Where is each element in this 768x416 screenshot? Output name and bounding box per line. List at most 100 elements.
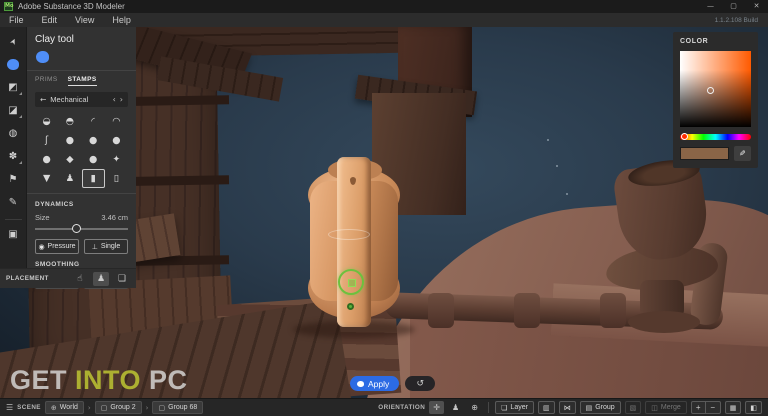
undo-button[interactable]: ↺: [405, 376, 435, 391]
tool-stamp[interactable]: ◩: [4, 78, 23, 97]
orientation-gizmo-button[interactable]: ✛: [429, 401, 444, 414]
stamp-cell[interactable]: ◒: [35, 112, 58, 131]
tool-eraser[interactable]: ◪: [4, 101, 23, 120]
stamp-cell[interactable]: ▯: [105, 169, 128, 188]
stamp-cell[interactable]: ▼: [35, 169, 58, 188]
hand-icon: ☝: [77, 274, 82, 284]
breadcrumb-group-68[interactable]: ▢ Group 68: [152, 401, 203, 414]
orientation-pose-button[interactable]: ♟: [448, 401, 463, 414]
stamp-tabs: PRIMS STAMPS: [35, 76, 128, 86]
tab-prims[interactable]: PRIMS: [35, 76, 58, 86]
breadcrumb-group-2[interactable]: ▢ Group 2: [95, 401, 142, 414]
mirror-button[interactable]: ⋈: [559, 401, 576, 414]
toolbar-divider: [5, 219, 22, 220]
orientation-world-button[interactable]: ⊕: [467, 401, 482, 414]
ground-plane-button[interactable]: ◧: [745, 401, 762, 414]
tool-paint[interactable]: ⚑: [4, 170, 23, 189]
pressure-button[interactable]: ◉ Pressure: [35, 239, 79, 254]
zoom-in-button[interactable]: +: [692, 402, 706, 413]
gizmo-pivot-dot[interactable]: [347, 303, 354, 310]
stamp-cell[interactable]: ●: [105, 131, 128, 150]
apply-label: Apply: [368, 379, 389, 389]
placement-frame-button[interactable]: ❏: [114, 272, 130, 286]
tool-smudge[interactable]: ✽: [4, 147, 23, 166]
selected-canister[interactable]: [302, 141, 406, 333]
snap-grid-icon: ▦: [730, 404, 737, 412]
size-value: 3.46 cm: [101, 213, 128, 222]
clay-tool-panel: Clay tool PRIMS STAMPS ← Mechanical ‹ › …: [27, 27, 136, 268]
app-window: Mo Adobe Substance 3D Modeler — ▢ ✕ File…: [0, 0, 768, 416]
stamp-shape-icon: ◓: [66, 116, 74, 127]
next-category-icon[interactable]: ›: [120, 95, 123, 104]
prev-category-icon[interactable]: ‹: [113, 95, 116, 104]
color-panel: COLOR ✎: [673, 32, 758, 168]
eyedropper-button[interactable]: ✎: [734, 146, 751, 161]
stamp-icon: ◩: [8, 82, 17, 93]
build-label: 1.1.2.108 Build: [715, 17, 768, 24]
zoom-out-button[interactable]: −: [706, 402, 720, 413]
ungroup-button[interactable]: ▧: [625, 401, 642, 414]
transform-gizmo[interactable]: [338, 269, 364, 295]
stamp-shape-icon: ◜: [91, 116, 95, 127]
stamp-cell[interactable]: ◆: [58, 150, 81, 169]
snap-grid-button[interactable]: ▦: [725, 401, 742, 414]
hue-slider-handle[interactable]: [681, 133, 688, 140]
placement-hand-button[interactable]: ☝: [72, 272, 88, 286]
stamp-shape-icon: ●: [42, 154, 50, 165]
maximize-button[interactable]: ▢: [722, 0, 745, 13]
single-stamp-icon: ⊥: [92, 243, 98, 251]
stamp-cell[interactable]: ◜: [82, 112, 105, 131]
tool-select[interactable]: ➤: [4, 32, 23, 51]
paint-flag-icon: ⚑: [9, 174, 18, 185]
stamp-cell[interactable]: ✦: [105, 150, 128, 169]
gizmo-handle[interactable]: [348, 279, 356, 287]
placement-label: PLACEMENT: [6, 275, 67, 282]
size-slider-knob[interactable]: [72, 224, 81, 233]
stamp-cell[interactable]: ●: [35, 150, 58, 169]
menu-file[interactable]: File: [0, 13, 33, 27]
window-controls: — ▢ ✕: [699, 0, 768, 13]
layer-button[interactable]: ❏ Layer: [495, 401, 534, 414]
stamp-cell[interactable]: ◓: [58, 112, 81, 131]
stamp-cell[interactable]: ◠: [105, 112, 128, 131]
single-button[interactable]: ⊥ Single: [84, 239, 128, 254]
tool-wire[interactable]: ✎: [4, 193, 23, 212]
stamp-cell[interactable]: ●: [82, 150, 105, 169]
size-slider[interactable]: [35, 224, 128, 233]
menu-view[interactable]: View: [66, 13, 103, 27]
duplicate-button[interactable]: ▥: [538, 401, 555, 414]
stamp-grid: ◒ ◓ ◜ ◠ ʃ ● ● ● ● ◆ ● ✦ ▼ ♟ ▮ ▯: [35, 112, 128, 188]
hue-slider[interactable]: [680, 134, 751, 140]
tool-inflate[interactable]: ◍: [4, 124, 23, 143]
menu-help[interactable]: Help: [103, 13, 140, 27]
merge-button[interactable]: ◫ Merge: [645, 401, 686, 414]
floating-speck: [566, 193, 568, 195]
merge-icon: ◫: [651, 404, 658, 412]
apply-button[interactable]: Apply: [350, 376, 399, 391]
stamp-cell-selected[interactable]: ▮: [82, 169, 105, 188]
stamp-category-selector[interactable]: ← Mechanical ‹ ›: [35, 92, 128, 107]
menu-edit[interactable]: Edit: [33, 13, 67, 27]
minimize-button[interactable]: —: [699, 0, 722, 13]
zoom-controls: + −: [691, 401, 721, 414]
tool-save[interactable]: ▣: [4, 225, 23, 244]
group-button[interactable]: ▤ Group: [580, 401, 621, 414]
placement-pose-button[interactable]: ♟: [93, 272, 109, 286]
stamp-cell[interactable]: ♟: [58, 169, 81, 188]
gizmo-axes-icon: ✛: [433, 403, 440, 412]
tool-clay[interactable]: [4, 55, 23, 74]
stamp-shape-icon: ▯: [114, 173, 119, 184]
close-button[interactable]: ✕: [745, 0, 768, 13]
tab-stamps[interactable]: STAMPS: [68, 76, 97, 86]
stamp-shape-icon: ●: [112, 135, 120, 146]
pressure-icon: ◉: [38, 243, 44, 251]
dynamics-heading: DYNAMICS: [35, 201, 128, 208]
stamp-cell[interactable]: ●: [58, 131, 81, 150]
back-arrow-icon[interactable]: ←: [40, 95, 46, 104]
stamp-cell[interactable]: ʃ: [35, 131, 58, 150]
scene-panel-icon[interactable]: ☰: [6, 403, 13, 412]
stamp-cell[interactable]: ●: [82, 131, 105, 150]
sv-picker-handle[interactable]: [707, 87, 714, 94]
saturation-value-picker[interactable]: [680, 51, 751, 127]
breadcrumb-world[interactable]: ⊕ World: [45, 401, 84, 414]
